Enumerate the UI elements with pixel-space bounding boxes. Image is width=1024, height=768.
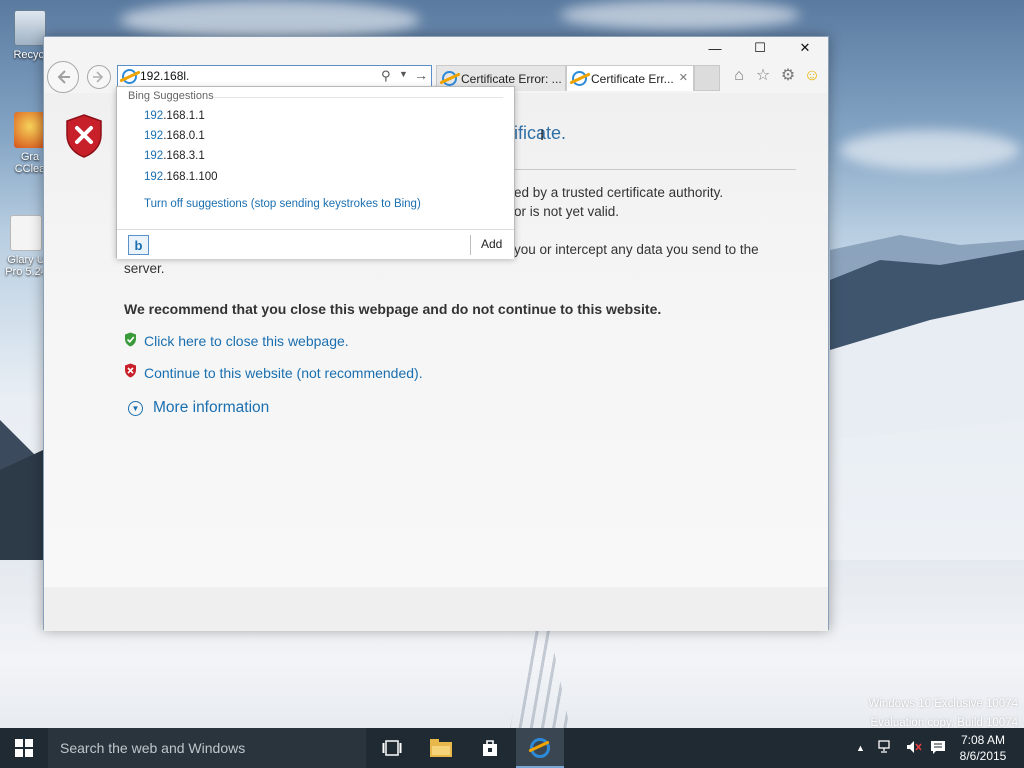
footer-separator bbox=[470, 235, 471, 255]
tab-certificate-error-2[interactable]: Certificate Err... ✕ bbox=[566, 65, 694, 91]
address-input[interactable] bbox=[140, 68, 370, 84]
continue-website-link[interactable]: Continue to this website (not recommende… bbox=[144, 365, 423, 381]
watermark-line: Windows 10 Exclusive 10074 bbox=[868, 698, 1018, 710]
system-clock[interactable]: 7:08 AM 8/6/2015 bbox=[950, 732, 1016, 764]
suggestion-match: 192 bbox=[144, 150, 164, 162]
volume-muted-icon[interactable] bbox=[906, 740, 922, 757]
address-suggestions-dropdown: Bing Suggestions 192.168.1.1 192.168.0.1… bbox=[116, 86, 515, 259]
maximize-button[interactable]: ☐ bbox=[737, 37, 783, 59]
folder-glyph bbox=[430, 739, 452, 757]
internet-explorer-icon bbox=[530, 738, 550, 758]
forward-arrow-icon bbox=[93, 71, 104, 83]
task-view-glyph bbox=[382, 740, 402, 756]
clock-time: 7:08 AM bbox=[960, 733, 1006, 747]
more-information-label: More information bbox=[153, 399, 270, 416]
favorites-star-icon[interactable]: ☆ bbox=[754, 67, 772, 85]
turn-off-suggestions-link[interactable]: Turn off suggestions (stop sending keyst… bbox=[144, 198, 421, 210]
close-webpage-link[interactable]: Click here to close this webpage. bbox=[144, 333, 349, 349]
speaker-mute-glyph bbox=[907, 741, 922, 753]
settings-gear-icon[interactable]: ⚙ bbox=[779, 67, 797, 85]
address-bar[interactable]: ⚲ ▼ → bbox=[117, 65, 432, 87]
search-icon[interactable]: ⚲ bbox=[381, 68, 391, 84]
message-glyph bbox=[931, 741, 945, 754]
ie-taskbar-button[interactable] bbox=[516, 728, 564, 768]
back-arrow-icon bbox=[57, 70, 70, 84]
body-text: or is not yet valid. bbox=[514, 204, 620, 219]
suggestion-item[interactable]: 192.168.0.1 bbox=[144, 130, 205, 142]
tab-label: Certificate Error: ... bbox=[461, 71, 562, 86]
body-text: ed by a trusted certificate authority. bbox=[514, 185, 724, 200]
taskbar-search-box[interactable]: Search the web and Windows bbox=[48, 728, 366, 768]
back-button[interactable] bbox=[47, 61, 79, 93]
close-tab-icon[interactable]: ✕ bbox=[679, 71, 688, 84]
store-icon[interactable] bbox=[478, 736, 502, 760]
document-icon bbox=[10, 215, 42, 251]
error-shield-icon bbox=[66, 114, 102, 158]
suggestion-match: 192 bbox=[144, 130, 164, 142]
new-tab-button[interactable] bbox=[694, 65, 720, 91]
forward-button[interactable] bbox=[87, 65, 111, 89]
suggestions-footer: b Add bbox=[117, 229, 514, 259]
suggestion-item[interactable]: 192.168.3.1 bbox=[144, 150, 205, 162]
file-explorer-icon[interactable] bbox=[429, 736, 453, 760]
suggestion-rest: .168.1.1 bbox=[163, 110, 205, 122]
recommendation-text: We recommend that you close this webpage… bbox=[124, 301, 662, 317]
home-icon[interactable]: ⌂ bbox=[730, 67, 748, 85]
ie-tab-icon bbox=[572, 71, 587, 86]
action-center-icon[interactable] bbox=[930, 740, 946, 757]
status-bar bbox=[44, 587, 828, 631]
go-arrow-icon[interactable]: → bbox=[414, 67, 428, 83]
smiley-feedback-icon[interactable]: ☺ bbox=[803, 67, 821, 85]
header-divider bbox=[213, 97, 503, 98]
text-cursor-icon: I bbox=[540, 128, 545, 144]
red-shield-icon bbox=[125, 363, 136, 378]
ie-tab-icon bbox=[442, 71, 457, 86]
expand-chevron-icon: ▼ bbox=[128, 400, 143, 416]
dropdown-arrow-icon[interactable]: ▼ bbox=[399, 69, 408, 79]
windows-logo-icon bbox=[15, 739, 33, 757]
suggestion-match: 192 bbox=[144, 171, 164, 183]
ie-page-icon bbox=[122, 69, 137, 84]
show-hidden-icons-icon[interactable]: ▲ bbox=[856, 743, 865, 753]
clock-date: 8/6/2015 bbox=[959, 749, 1007, 763]
more-information-toggle[interactable]: ▼ More information bbox=[128, 399, 269, 417]
start-button[interactable] bbox=[0, 728, 48, 768]
green-shield-icon bbox=[125, 332, 136, 347]
tab-label: Certificate Err... bbox=[591, 71, 674, 86]
suggestion-match: 192 bbox=[144, 110, 164, 122]
network-icon[interactable] bbox=[878, 740, 894, 757]
task-view-icon[interactable] bbox=[380, 736, 404, 760]
close-window-button[interactable]: ✕ bbox=[782, 37, 828, 59]
recycle-bin-icon bbox=[14, 10, 46, 46]
suggestion-item[interactable]: 192.168.1.1 bbox=[144, 110, 205, 122]
desktop-icon-glary[interactable]: Glary U Pro 5.24 bbox=[4, 215, 48, 278]
network-glyph bbox=[878, 740, 890, 753]
suggestion-rest: .168.3.1 bbox=[163, 150, 205, 162]
bing-icon[interactable]: b bbox=[128, 235, 149, 255]
store-bag-glyph bbox=[483, 740, 497, 756]
suggestion-item[interactable]: 192.168.1.100 bbox=[144, 171, 218, 183]
add-search-provider-button[interactable]: Add bbox=[481, 237, 502, 251]
body-text: server. bbox=[124, 261, 165, 276]
desktop-icon-label: Glary U Pro 5.24 bbox=[5, 254, 47, 278]
suggestion-rest: .168.1.100 bbox=[163, 171, 218, 183]
body-text: you or intercept any data you send to th… bbox=[514, 242, 759, 257]
search-placeholder: Search the web and Windows bbox=[60, 740, 246, 756]
suggestions-header: Bing Suggestions bbox=[128, 90, 214, 102]
title-bar: — ☐ ✕ bbox=[44, 37, 828, 59]
minimize-button[interactable]: — bbox=[692, 37, 738, 59]
taskbar: Search the web and Windows ▲ 7:08 AM 8/6… bbox=[0, 728, 1024, 768]
suggestion-rest: .168.0.1 bbox=[163, 130, 205, 142]
ccleaner-icon bbox=[14, 112, 46, 148]
